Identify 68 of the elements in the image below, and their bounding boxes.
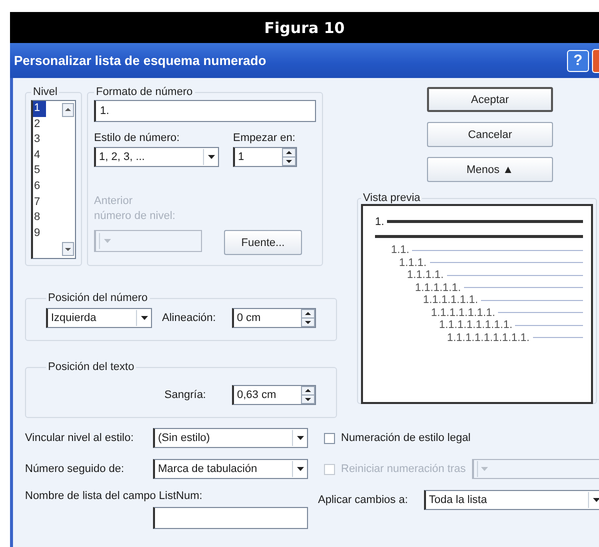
preview-number: 1.1.1.1. xyxy=(407,269,444,282)
checkbox[interactable] xyxy=(324,432,335,444)
preview-number: 1.1.1. xyxy=(399,256,427,269)
font-button[interactable]: Fuente... xyxy=(224,230,302,255)
list-item[interactable]: 8 xyxy=(33,210,46,226)
preview-line xyxy=(532,337,583,338)
preview-number: 1.1.1.1.1.1.1. xyxy=(431,306,496,319)
preview-number: 1.1. xyxy=(391,244,410,256)
preview-number: 1.1.1.1.1. xyxy=(415,282,461,294)
format-field[interactable]: 1. xyxy=(94,100,316,122)
dialog-button[interactable]: Aceptar xyxy=(427,87,553,112)
dialog-button[interactable]: Menos ▲ xyxy=(427,157,553,182)
scroll-down-icon[interactable] xyxy=(62,242,74,256)
group-label: Formato de número xyxy=(95,86,194,98)
alignment-dropdown[interactable]: Izquierda xyxy=(46,308,152,328)
spin-arrows-icon[interactable] xyxy=(301,386,315,404)
checkbox-label: Numeración de estilo legal xyxy=(341,432,471,444)
preview-number: 1.1.1.1.1.1.1.1. xyxy=(439,319,512,332)
list-item[interactable]: 5 xyxy=(33,163,46,179)
group-label: Vista previa xyxy=(362,192,422,204)
field-label: Aplicar cambios a: xyxy=(318,494,408,506)
field-label: Estilo de número: xyxy=(94,132,181,144)
number-style-dropdown[interactable]: 1, 2, 3, ... xyxy=(94,147,219,167)
preview-number: 1. xyxy=(375,216,384,228)
window-title: Personalizar lista de esquema numerado xyxy=(14,53,268,68)
dropdown-arrow-icon[interactable] xyxy=(136,310,151,326)
field-label: Alineación: xyxy=(162,312,216,324)
figure-caption: Figura 10 xyxy=(264,18,345,36)
group-label: Posición del número xyxy=(47,292,149,304)
dropdown-arrow-icon[interactable] xyxy=(588,492,599,508)
indent-field[interactable]: 0,63 cm xyxy=(232,385,316,405)
spin-arrows-icon[interactable] xyxy=(282,148,296,166)
group-label: Posición del texto xyxy=(47,361,136,373)
preview-line xyxy=(515,324,583,326)
alignment-field[interactable]: 0 cm xyxy=(232,308,316,328)
list-item[interactable]: 4 xyxy=(33,148,46,164)
checkbox-label: Reiniciar numeración tras xyxy=(341,463,466,475)
preview-number: 1.1.1.1.1.1. xyxy=(423,294,478,306)
list-item[interactable]: 6 xyxy=(33,178,46,195)
field-label: Anterior xyxy=(94,195,134,207)
level-list[interactable]: 1 2 3 4 5 6 7 8 9 xyxy=(31,100,76,259)
field-label: Nombre de lista del campo ListNum: xyxy=(25,490,204,502)
list-item[interactable]: 3 xyxy=(33,132,46,148)
field-label: Número seguido de: xyxy=(25,463,126,475)
list-item[interactable]: 1 xyxy=(33,101,46,117)
list-item[interactable]: 9 xyxy=(33,226,46,242)
dropdown-arrow-icon[interactable] xyxy=(203,149,218,165)
apply-to-dropdown[interactable]: Toda la lista xyxy=(424,490,599,510)
dialog-button[interactable]: Cancelar xyxy=(427,122,553,147)
restart-after-dropdown[interactable] xyxy=(472,459,599,479)
dropdown-arrow-icon[interactable] xyxy=(292,430,307,446)
scroll-up-icon[interactable] xyxy=(62,103,74,117)
dropdown-arrow-icon[interactable] xyxy=(292,461,307,477)
listnum-name-field[interactable] xyxy=(153,507,308,529)
close-button[interactable] xyxy=(592,48,599,72)
field-label: número de nivel: xyxy=(94,210,176,222)
preview-number: 1.1.1.1.1.1.1.1.1. xyxy=(447,332,530,344)
help-button[interactable]: ? xyxy=(567,50,589,72)
start-at-field[interactable]: 1 xyxy=(233,147,297,167)
list-item[interactable]: 2 xyxy=(33,116,46,132)
follow-number-dropdown[interactable]: Marca de tabulación xyxy=(153,459,308,479)
field-label: Empezar en: xyxy=(233,132,296,144)
list-item[interactable]: 7 xyxy=(33,194,46,210)
link-style-dropdown[interactable]: (Sin estilo) xyxy=(153,428,308,448)
field-label: Vincular nivel al estilo: xyxy=(25,432,135,444)
field-label: Sangría: xyxy=(164,389,206,401)
spin-arrows-icon[interactable] xyxy=(300,309,315,327)
group-label: Nivel xyxy=(32,86,58,98)
